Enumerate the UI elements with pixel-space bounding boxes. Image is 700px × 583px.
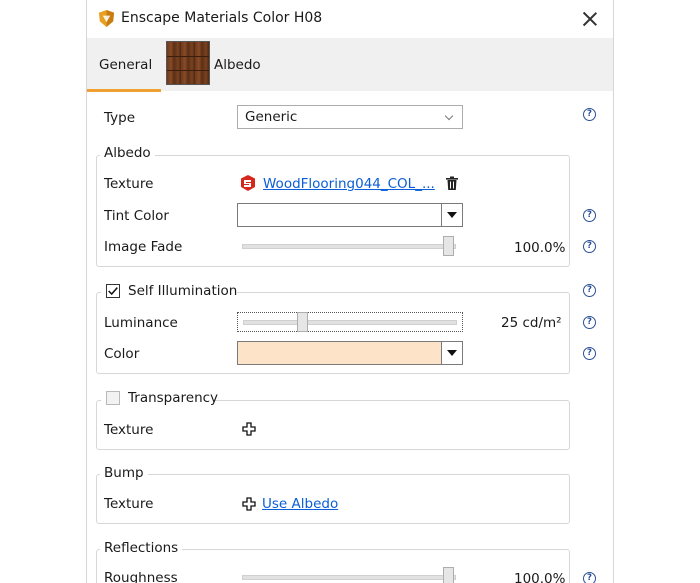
help-icon-tint-color[interactable]: ? bbox=[583, 209, 596, 222]
tab-general[interactable]: General bbox=[87, 38, 161, 92]
reflections-group-title: Reflections bbox=[100, 540, 183, 556]
help-icon-illumination-color[interactable]: ? bbox=[583, 347, 596, 360]
slider-track bbox=[242, 244, 456, 249]
enscape-logo-icon bbox=[98, 9, 115, 28]
luminance-slider[interactable] bbox=[237, 312, 463, 332]
slider-track bbox=[242, 575, 456, 580]
roughness-slider[interactable] bbox=[242, 567, 463, 583]
albedo-group-title: Albedo bbox=[100, 145, 155, 161]
use-albedo-link[interactable]: Use Albedo bbox=[262, 496, 338, 512]
active-tab-indicator bbox=[87, 89, 161, 92]
roughness-label: Roughness bbox=[104, 570, 178, 583]
close-icon[interactable] bbox=[575, 4, 605, 34]
add-texture-icon[interactable] bbox=[242, 422, 256, 436]
add-texture-icon[interactable] bbox=[242, 497, 256, 511]
illumination-color-label: Color bbox=[104, 346, 140, 362]
material-editor-window: Enscape Materials Color H08 General Albe… bbox=[86, 0, 614, 583]
illumination-color-picker[interactable] bbox=[237, 341, 463, 365]
bump-texture-label: Texture bbox=[104, 496, 154, 512]
self-illumination-checkbox[interactable] bbox=[106, 284, 120, 298]
help-icon-image-fade[interactable]: ? bbox=[583, 240, 596, 253]
help-icon-roughness[interactable]: ? bbox=[583, 572, 596, 583]
help-icon-luminance[interactable]: ? bbox=[583, 316, 596, 329]
tab-albedo-label: Albedo bbox=[214, 57, 261, 73]
wood-texture-thumbnail bbox=[166, 41, 210, 85]
transparency-label: Transparency bbox=[128, 390, 219, 406]
luminance-value: 25 cd/m² bbox=[501, 315, 562, 331]
sketchup-icon bbox=[241, 175, 255, 191]
transparency-texture-label: Texture bbox=[104, 422, 154, 438]
slider-track bbox=[243, 320, 457, 325]
image-fade-label: Image Fade bbox=[104, 239, 183, 255]
luminance-label: Luminance bbox=[104, 315, 178, 331]
bump-group-title: Bump bbox=[100, 465, 148, 481]
slider-thumb[interactable] bbox=[297, 312, 309, 332]
type-dropdown-value: Generic bbox=[245, 109, 298, 125]
image-fade-slider[interactable] bbox=[242, 236, 463, 256]
tint-color-label: Tint Color bbox=[104, 208, 169, 224]
tab-general-label: General bbox=[99, 57, 153, 73]
image-fade-value: 100.0% bbox=[514, 240, 566, 256]
type-dropdown[interactable]: Generic bbox=[237, 105, 463, 129]
title-bar: Enscape Materials Color H08 bbox=[87, 0, 613, 38]
slider-thumb[interactable] bbox=[443, 236, 454, 256]
checkmark-icon bbox=[108, 287, 118, 296]
window-title: Enscape Materials Color H08 bbox=[121, 10, 323, 26]
help-icon-self-illumination[interactable]: ? bbox=[583, 284, 596, 297]
slider-thumb[interactable] bbox=[443, 567, 454, 583]
self-illumination-label: Self Illumination bbox=[128, 283, 238, 299]
albedo-texture-file-link[interactable]: WoodFlooring044_COL_... bbox=[263, 176, 435, 192]
roughness-value: 100.0% bbox=[514, 571, 566, 583]
trash-icon[interactable] bbox=[445, 176, 459, 191]
dropdown-arrow-icon bbox=[441, 204, 462, 226]
chevron-down-icon bbox=[444, 111, 454, 121]
albedo-texture-label: Texture bbox=[104, 176, 154, 192]
tab-albedo[interactable]: Albedo bbox=[166, 41, 266, 87]
tab-bar: General Albedo bbox=[87, 38, 613, 92]
transparency-checkbox[interactable] bbox=[106, 391, 120, 405]
help-icon-type[interactable]: ? bbox=[583, 108, 596, 121]
tint-color-picker[interactable] bbox=[237, 203, 463, 227]
dropdown-arrow-icon bbox=[441, 342, 462, 364]
type-label: Type bbox=[104, 110, 136, 126]
